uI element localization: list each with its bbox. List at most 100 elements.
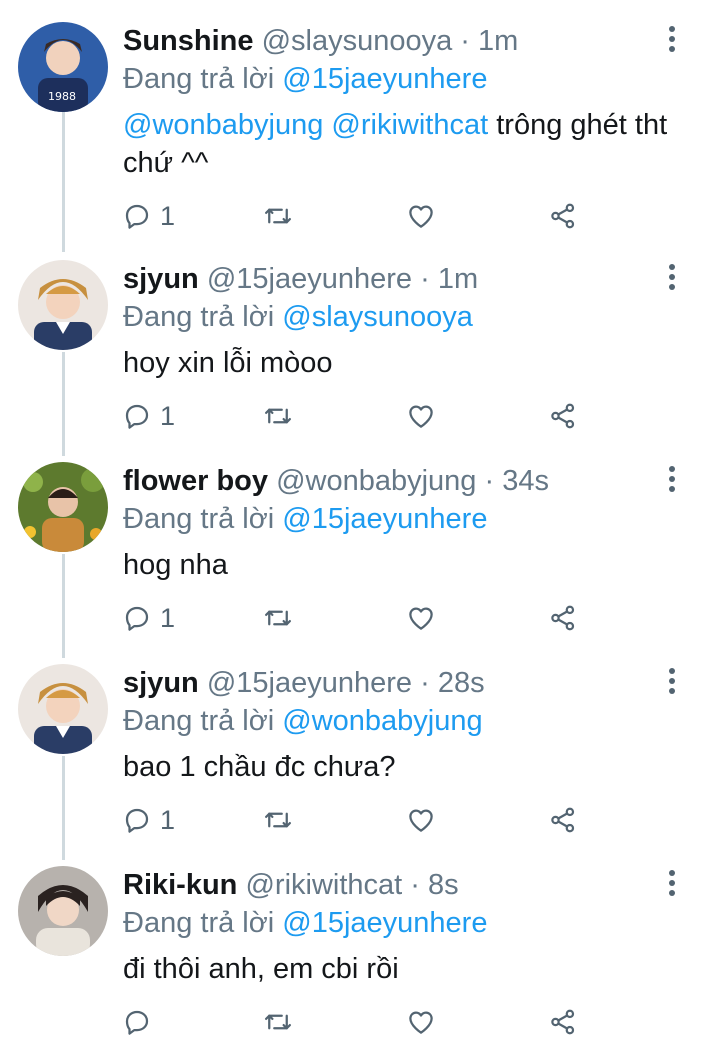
heart-icon [409, 809, 433, 832]
tweet-item[interactable]: sjyun @15jaeyunhere · 1m Đang trả lời @s… [0, 238, 719, 448]
reply-count: 1 [160, 400, 176, 431]
avatar[interactable] [18, 866, 108, 956]
avatar[interactable]: 1988 [18, 22, 108, 112]
share-icon [551, 403, 575, 429]
timestamp[interactable]: 28s [438, 667, 485, 699]
separator-dot: · [484, 465, 495, 497]
share-button[interactable] [548, 196, 578, 236]
share-button[interactable] [548, 598, 578, 638]
replying-to: Đang trả lời @wonbabyjung [123, 702, 483, 740]
reply-count: 1 [160, 602, 176, 633]
user-handle[interactable]: @wonbabyjung [276, 465, 476, 497]
display-name[interactable]: sjyun [123, 263, 199, 295]
reply-button[interactable]: 1 [122, 196, 175, 236]
tweet-body: hog nha [123, 549, 228, 581]
more-options-icon[interactable] [660, 466, 684, 496]
like-button[interactable] [406, 1002, 436, 1042]
share-button[interactable] [548, 1002, 578, 1042]
mention-link[interactable]: @wonbabyjung [123, 109, 323, 141]
avatar[interactable] [18, 462, 108, 552]
replying-to: Đang trả lời @slaysunooya [123, 298, 473, 336]
reply-prefix: Đang trả lời [123, 705, 275, 737]
retweet-button[interactable] [263, 196, 293, 236]
avatar[interactable] [18, 260, 108, 350]
reply-icon [125, 1010, 149, 1035]
retweet-icon [265, 610, 291, 626]
replying-to-handle[interactable]: @15jaeyunhere [282, 63, 487, 95]
timestamp[interactable]: 1m [478, 25, 518, 57]
display-name[interactable]: flower boy [123, 465, 268, 497]
tweet-actions: 1 [0, 598, 719, 638]
retweet-button[interactable] [263, 396, 293, 436]
display-name[interactable]: sjyun [123, 667, 199, 699]
separator-dot: · [420, 263, 430, 295]
more-options-icon[interactable] [660, 264, 684, 294]
like-button[interactable] [406, 800, 436, 840]
tweet-item[interactable]: Riki-kun @rikiwithcat · 8s Đang trả lời … [0, 844, 719, 1044]
replying-to-handle[interactable]: @15jaeyunhere [282, 907, 487, 939]
reply-button[interactable]: 1 [122, 598, 175, 638]
more-options-icon[interactable] [660, 26, 684, 56]
tweet-header: flower boy @wonbabyjung · 34s [123, 462, 549, 500]
like-button[interactable] [406, 196, 436, 236]
replying-to-handle[interactable]: @wonbabyjung [282, 705, 482, 737]
retweet-button[interactable] [263, 1002, 293, 1042]
reply-icon [125, 404, 149, 429]
tweet-actions [0, 1002, 719, 1042]
tweet-item[interactable]: 1988 Sunshine @slaysunooya · 1m Đang trả… [0, 0, 719, 248]
tweet-actions: 1 [0, 196, 719, 236]
retweet-icon [265, 208, 291, 224]
tweet-text: hog nha [123, 546, 683, 584]
reply-prefix: Đang trả lời [123, 301, 275, 333]
more-options-icon[interactable] [660, 668, 684, 698]
timestamp[interactable]: 1m [438, 263, 478, 295]
heart-icon [409, 205, 433, 228]
user-handle[interactable]: @rikiwithcat [245, 869, 402, 901]
heart-icon [409, 607, 433, 630]
reply-icon [125, 606, 149, 631]
replying-to-handle[interactable]: @15jaeyunhere [282, 503, 487, 535]
mention-link[interactable]: @rikiwithcat [331, 109, 488, 141]
tweet-body: đi thôi anh, em cbi rồi [123, 953, 399, 985]
timestamp[interactable]: 34s [502, 465, 549, 497]
retweet-button[interactable] [263, 800, 293, 840]
timestamp[interactable]: 8s [428, 869, 459, 901]
separator-dot: · [410, 869, 420, 901]
share-icon [551, 1009, 575, 1035]
heart-icon [409, 405, 433, 428]
separator-dot: · [420, 667, 430, 699]
tweet-body: bao 1 chầu đc chưa? [123, 751, 396, 783]
share-button[interactable] [548, 396, 578, 436]
tweet-item[interactable]: flower boy @wonbabyjung · 34s Đang trả l… [0, 440, 719, 650]
user-handle[interactable]: @slaysunooya [262, 25, 453, 57]
like-button[interactable] [406, 598, 436, 638]
tweet-item[interactable]: sjyun @15jaeyunhere · 28s Đang trả lời @… [0, 642, 719, 852]
share-button[interactable] [548, 800, 578, 840]
separator-dot: · [460, 25, 470, 57]
retweet-button[interactable] [263, 598, 293, 638]
svg-text:1988: 1988 [48, 90, 76, 103]
more-options-icon[interactable] [660, 870, 684, 900]
tweet-header: sjyun @15jaeyunhere · 28s [123, 664, 485, 702]
share-icon [551, 203, 575, 229]
reply-prefix: Đang trả lời [123, 63, 275, 95]
reply-count: 1 [160, 200, 176, 231]
share-icon [551, 807, 575, 833]
share-icon [551, 605, 575, 631]
like-button[interactable] [406, 396, 436, 436]
tweet-text: bao 1 chầu đc chưa? [123, 748, 683, 786]
display-name[interactable]: Sunshine [123, 25, 254, 57]
reply-button[interactable]: 1 [122, 800, 175, 840]
retweet-icon [265, 1014, 291, 1030]
tweet-actions: 1 [0, 396, 719, 436]
user-handle[interactable]: @15jaeyunhere [207, 263, 412, 295]
replying-to: Đang trả lời @15jaeyunhere [123, 60, 487, 98]
user-handle[interactable]: @15jaeyunhere [207, 667, 412, 699]
avatar[interactable] [18, 664, 108, 754]
reply-prefix: Đang trả lời [123, 503, 275, 535]
display-name[interactable]: Riki-kun [123, 869, 237, 901]
tweet-text: @wonbabyjung @rikiwithcat trông ghét tht… [123, 106, 683, 182]
reply-button[interactable]: 1 [122, 396, 175, 436]
reply-button[interactable] [122, 1002, 160, 1042]
replying-to-handle[interactable]: @slaysunooya [282, 301, 473, 333]
